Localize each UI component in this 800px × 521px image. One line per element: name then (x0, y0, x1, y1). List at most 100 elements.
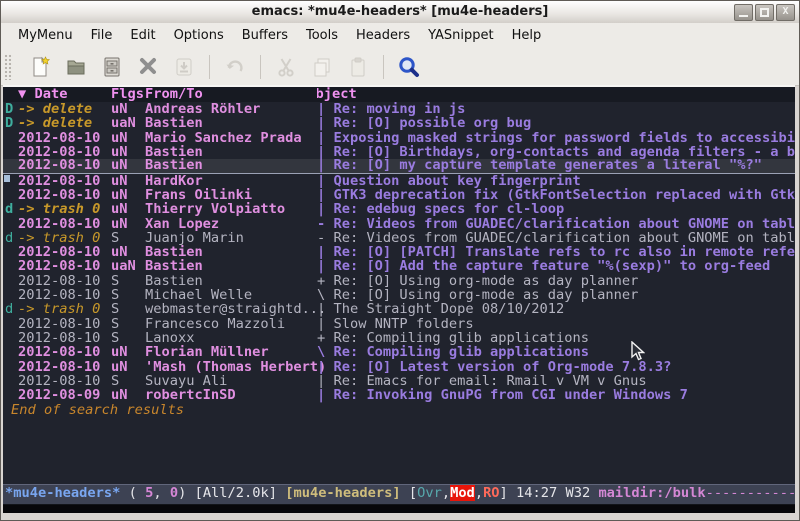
menu-item-edit[interactable]: Edit (121, 25, 164, 46)
message-row[interactable]: d-> trash 0SJuanjo Marin- Re: Videos fro… (3, 231, 795, 245)
message-row[interactable]: 2012-08-10uNBastien| Re: [O] [PATCH] Tra… (3, 245, 795, 259)
mark-action: -> delete (18, 102, 111, 116)
message-row[interactable]: d-> trash 0Swebmaster@straightd...| The … (3, 302, 795, 316)
message-row[interactable]: 2012-08-09uNrobertcInSD| Re: Invoking Gn… (3, 388, 795, 402)
close-button[interactable]: X (776, 4, 795, 21)
message-row[interactable]: D-> deleteuaNBastien| Re: [O] possible o… (3, 116, 795, 130)
modeline-segment-plain: , (442, 485, 450, 501)
message-subject: + Re: Compiling glib applications (317, 331, 795, 345)
message-date: 2012-08-10 (18, 131, 111, 145)
message-row[interactable]: 2012-08-10SLanoxx+ Re: Compiling glib ap… (3, 331, 795, 345)
message-subject: | Re: [O] Add the capture feature "%(sex… (317, 259, 795, 273)
message-from: Bastien (145, 274, 317, 288)
message-flags: uaN (111, 116, 145, 130)
modeline-segment-plain: , (153, 485, 169, 501)
message-from: Bastien (145, 116, 317, 130)
message-date: 2012-08-10 (18, 317, 111, 331)
menu-item-help[interactable]: Help (503, 25, 551, 46)
message-subject: + Re: [O] Using org-mode as day planner (317, 274, 795, 288)
message-row[interactable]: 2012-08-10SSuvayu Ali| Re: Emacs for ema… (3, 374, 795, 388)
modeline-segment-red: RO (483, 485, 499, 501)
menu-item-mymenu[interactable]: MyMenu (9, 25, 82, 46)
message-date: 2012-08-10 (18, 331, 111, 345)
save-as-button[interactable] (169, 52, 199, 82)
mark-action: -> trash 0 (18, 202, 111, 216)
mark-char (5, 331, 18, 345)
cut-button[interactable] (271, 52, 301, 82)
message-date: 2012-08-10 (18, 374, 111, 388)
modeline[interactable]: *mu4e-headers* ( 5, 0) [All/2.0k] [mu4e-… (3, 484, 795, 505)
toolbar-grip[interactable] (4, 54, 13, 80)
message-flags: S (111, 374, 145, 388)
undo-button[interactable] (220, 52, 250, 82)
message-from: Bastien (145, 159, 317, 172)
flags-column-header: Flgs (111, 87, 145, 102)
message-flags: uN (111, 188, 145, 202)
message-date: 2012-08-09 (18, 388, 111, 402)
copy-button[interactable] (307, 52, 337, 82)
new-file-button[interactable] (25, 52, 55, 82)
maximize-icon (760, 8, 769, 17)
message-row[interactable]: 2012-08-10uNHardKor| Question about key … (3, 174, 795, 188)
message-flags: uN (111, 202, 145, 216)
menu-item-headers[interactable]: Headers (347, 25, 419, 46)
mark-char (5, 217, 18, 231)
modeline-segment-pinkbold: maildir:/bulk (598, 485, 705, 501)
echo-area[interactable] (3, 505, 795, 513)
message-subject: | Re: Invoking GnuPG from CGI under Wind… (317, 388, 795, 402)
toolbar-separator (383, 55, 384, 79)
mark-char: D (5, 102, 18, 116)
message-row[interactable]: 2012-08-10uNXan Lopez- Re: Videos from G… (3, 217, 795, 231)
titlebar[interactable]: emacs: *mu4e-headers* [mu4e-headers] X (1, 1, 799, 24)
message-row[interactable]: 2012-08-10SBastien+ Re: [O] Using org-mo… (3, 274, 795, 288)
message-flags: uN (111, 131, 145, 145)
menu-item-options[interactable]: Options (165, 25, 233, 46)
message-row[interactable]: 2012-08-10uNBastien| Re: [O] my capture … (3, 159, 795, 173)
message-flags: S (111, 231, 145, 245)
mark-char (5, 388, 18, 402)
message-flags: uN (111, 360, 145, 374)
message-subject: - Re: Videos from GUADEC/clarification a… (317, 217, 795, 231)
message-row[interactable]: 2012-08-10uNFrans Oilinki| GTK3 deprecat… (3, 188, 795, 202)
message-row[interactable]: D-> deleteuNAndreas Röhler| Re: moving i… (3, 102, 795, 116)
message-date: 2012-08-10 (18, 360, 111, 374)
modeline-segment-plain: ] 14:27 W32 (500, 485, 599, 501)
message-flags: uN (111, 217, 145, 231)
message-from: 'Mash (Thomas Herbert) (145, 360, 317, 374)
paste-button[interactable] (343, 52, 373, 82)
emacs-point-cursor (4, 175, 10, 182)
emacs-window: emacs: *mu4e-headers* [mu4e-headers] X M… (0, 0, 800, 521)
mark-action: -> delete (18, 116, 111, 130)
message-row[interactable]: 2012-08-10uNMario Sanchez Prada| Exposin… (3, 131, 795, 145)
message-row[interactable]: 2012-08-10uN'Mash (Thomas Herbert)| Re: … (3, 360, 795, 374)
message-row[interactable]: 2012-08-10SFrancesco Mazzoli| Slow NNTP … (3, 317, 795, 331)
minimize-button[interactable] (734, 4, 753, 21)
modeline-segment-plain: , (475, 485, 483, 501)
modeline-segment-tan: [mu4e-headers] (285, 485, 400, 501)
message-subject: | Re: moving in js (317, 102, 795, 116)
menu-item-tools[interactable]: Tools (297, 25, 347, 46)
message-row[interactable]: 2012-08-10SMichael Welle\ Re: [O] Using … (3, 288, 795, 302)
close-x-button[interactable] (133, 52, 163, 82)
message-row[interactable]: 2012-08-10uaNBastien| Re: [O] Add the ca… (3, 259, 795, 273)
maximize-button[interactable] (755, 4, 774, 21)
message-subject: | Question about key fingerprint (317, 174, 795, 188)
message-row[interactable]: 2012-08-10uNFlorian Müllner\ Re: Compili… (3, 345, 795, 359)
message-flags: uN (111, 245, 145, 259)
menu-item-file[interactable]: File (82, 25, 122, 46)
menu-item-buffers[interactable]: Buffers (233, 25, 297, 46)
save-cabinet-button[interactable] (97, 52, 127, 82)
search-button[interactable] (394, 52, 424, 82)
modeline-segment-teal: Ovr (417, 485, 442, 501)
message-from: webmaster@straightd... (145, 302, 317, 316)
message-date: 2012-08-10 (18, 259, 111, 273)
message-flags: uaN (111, 259, 145, 273)
window-controls: X (734, 4, 795, 21)
modeline-segment-dashes: -------------------------------------- (706, 485, 795, 501)
menu-item-yasnippet[interactable]: YASnippet (419, 25, 503, 46)
mark-char: D (5, 116, 18, 130)
message-row[interactable]: d-> trash 0uNThierry Volpiatto| Re: edeb… (3, 202, 795, 216)
open-folder-button[interactable] (61, 52, 91, 82)
modeline-segment-buffer[interactable]: *mu4e-headers* (5, 485, 120, 501)
modeline-segment-plain: ( (120, 485, 145, 501)
